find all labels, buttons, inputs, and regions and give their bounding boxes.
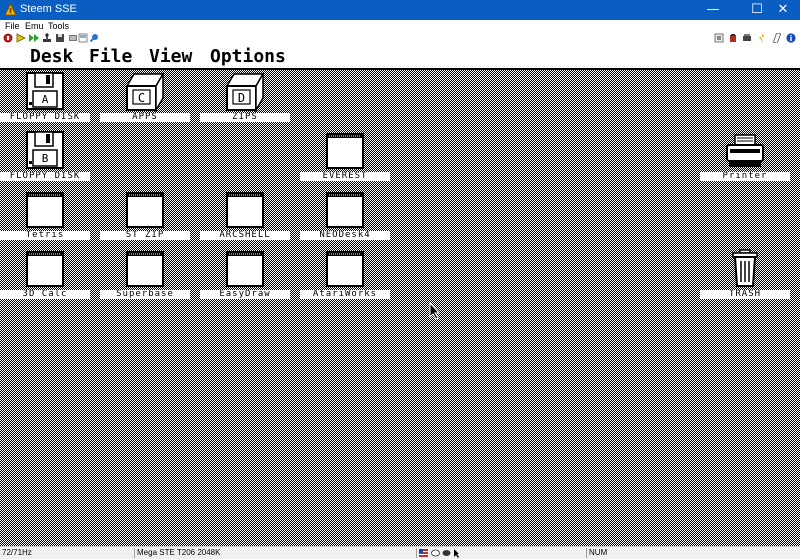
menu-file[interactable]: File — [5, 20, 20, 32]
mouse-pointer-icon — [429, 302, 441, 320]
desktop-icon-easydraw[interactable]: EasyDraw — [200, 249, 290, 301]
svg-text:C: C — [138, 91, 145, 105]
options-icon[interactable] — [772, 33, 782, 43]
status-divider — [134, 548, 135, 558]
status-divider — [586, 548, 587, 558]
patch-icon[interactable] — [89, 33, 99, 43]
minimize-button[interactable]: — — [696, 0, 730, 20]
folder-icon — [126, 192, 164, 228]
icon-label: TRASH — [700, 290, 790, 299]
window-titlebar[interactable]: Steem SSE — ☐ ✕ — [0, 0, 800, 20]
folder-icon — [326, 192, 364, 228]
reset-icon[interactable] — [3, 33, 13, 43]
desktop-icon-st-zip[interactable]: ST ZIP — [100, 190, 190, 242]
icon-label: 3D Calc — [0, 290, 90, 299]
desktop-icon-everest[interactable]: EVEREST — [300, 131, 390, 183]
desktop-icon-drive-c[interactable]: C APPS — [100, 72, 190, 124]
desktop-icon-atariworks[interactable]: AtariWorks — [300, 249, 390, 301]
icon-label: Printer — [700, 172, 790, 181]
numlock-indicator: NUM — [589, 548, 608, 557]
shortcuts-icon[interactable] — [714, 33, 724, 43]
desktop-icon-floppy-b[interactable]: B FLOPPY DISK — [0, 131, 90, 183]
icon-label: FLOPPY DISK — [0, 172, 90, 181]
menu-tools[interactable]: Tools — [48, 20, 69, 32]
cursor-mode-icon — [454, 549, 459, 558]
patch-wand-icon[interactable] — [757, 33, 767, 43]
atari-screen[interactable]: Desk File View Options A FLOPPY DISK C A… — [0, 46, 800, 546]
emulator-toolbar — [0, 32, 800, 47]
desktop-icon-floppy-a[interactable]: A FLOPPY DISK — [0, 72, 90, 124]
gem-menu-file[interactable]: File — [89, 48, 132, 66]
drive-activity-icon — [431, 549, 440, 557]
desktop-icon-drive-d[interactable]: D ZIPS — [200, 72, 290, 124]
hard-drive-icon: C — [126, 72, 164, 112]
desktop-icon-neodesk4[interactable]: NEODesk4 — [300, 190, 390, 242]
host-menubar: File Emu Tools — [0, 20, 800, 32]
paste-icon[interactable] — [728, 33, 738, 43]
folder-icon — [326, 133, 364, 169]
gem-menu-options[interactable]: Options — [210, 48, 286, 66]
desktop-icon-3d-calc[interactable]: 3D Calc — [0, 249, 90, 301]
folder-icon — [26, 192, 64, 228]
icon-label: EasyDraw — [200, 290, 290, 299]
steem-app-icon — [4, 3, 17, 16]
icon-label: EVEREST — [300, 172, 390, 181]
floppy-disk-icon: A — [26, 72, 64, 110]
window-title: Steem SSE — [20, 3, 77, 15]
folder-icon — [26, 251, 64, 287]
gem-desktop[interactable]: A FLOPPY DISK C APPS D ZIPS B FLOPPY DIS… — [0, 70, 800, 546]
icon-label: NEODesk4 — [300, 231, 390, 240]
folder-icon — [226, 251, 264, 287]
hard-drive-icon: D — [226, 72, 264, 112]
icon-label: APPS — [100, 113, 190, 122]
icon-label: Superbase — [100, 290, 190, 299]
icon-label: Tetris — [0, 231, 90, 240]
close-button[interactable]: ✕ — [766, 0, 800, 20]
icon-label: FLOPPY DISK — [0, 113, 90, 122]
gamepad-icon — [442, 550, 451, 556]
icon-label: AtariWorks — [300, 290, 390, 299]
printer-icon — [726, 134, 764, 167]
svg-text:A: A — [42, 93, 49, 106]
desktop-icon-superbase[interactable]: Superbase — [100, 249, 190, 301]
gem-menu-view[interactable]: View — [149, 48, 192, 66]
gem-menubar: Desk File View Options — [0, 46, 800, 70]
desktop-icon-tetris[interactable]: Tetris — [0, 190, 90, 242]
screenshot-icon[interactable] — [78, 33, 88, 43]
floppy-disk-icon: B — [26, 131, 64, 169]
svg-text:B: B — [42, 152, 49, 165]
folder-icon — [326, 251, 364, 287]
svg-text:D: D — [238, 91, 245, 105]
menu-emu[interactable]: Emu — [25, 20, 44, 32]
icon-label: ARCSHELL — [200, 231, 290, 240]
folder-icon — [226, 192, 264, 228]
disk-manager-icon[interactable] — [55, 33, 65, 43]
icon-label: ZIPS — [200, 113, 290, 122]
trash-can-icon — [732, 249, 758, 287]
desktop-icon-trash[interactable]: TRASH — [700, 249, 790, 301]
folder-icon — [126, 251, 164, 287]
info-icon[interactable] — [786, 33, 796, 43]
gem-menu-desk[interactable]: Desk — [30, 48, 73, 66]
play-icon[interactable] — [16, 33, 26, 43]
desktop-icon-arcshell[interactable]: ARCSHELL — [200, 190, 290, 242]
desktop-icon-printer[interactable]: Printer — [700, 131, 790, 183]
sound-icon[interactable] — [742, 33, 752, 43]
joystick-icon[interactable] — [42, 33, 52, 43]
flag-icon — [419, 549, 428, 557]
status-divider — [416, 548, 417, 558]
machine-info: Mega STE T206 2048K — [137, 548, 221, 557]
emulator-statusbar: 72/71Hz Mega STE T206 2048K NUM — [0, 546, 800, 559]
icon-label: ST ZIP — [100, 231, 190, 240]
memory-snapshot-icon[interactable] — [68, 33, 78, 43]
fps-readout: 72/71Hz — [2, 548, 32, 557]
fast-forward-icon[interactable] — [29, 33, 39, 43]
